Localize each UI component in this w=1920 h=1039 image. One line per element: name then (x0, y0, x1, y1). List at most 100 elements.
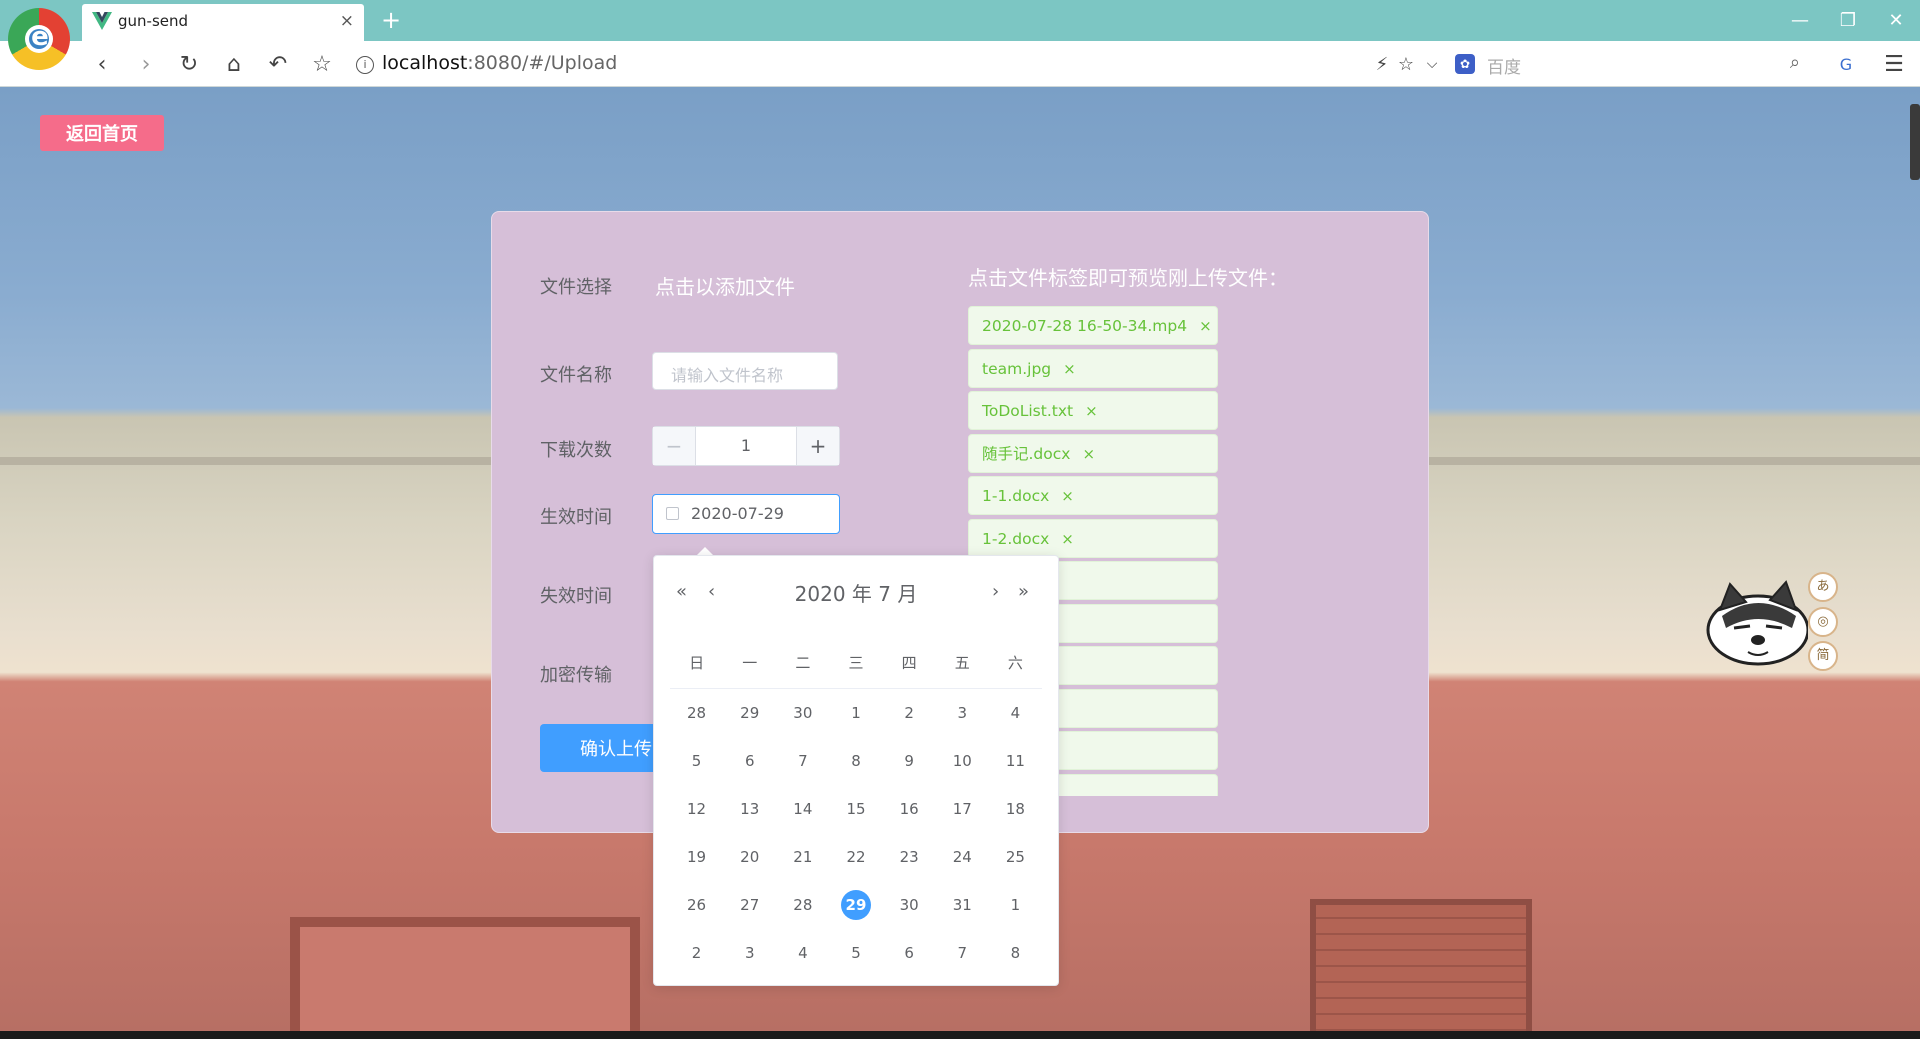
file-tag[interactable]: 1-1.docx × (968, 476, 1218, 515)
start-date-input[interactable]: 2020-07-29 (652, 494, 840, 534)
background-bricks (1310, 899, 1532, 1031)
calendar-day[interactable]: 28 (776, 896, 829, 914)
download-count-value[interactable]: 1 (695, 436, 797, 455)
new-tab-icon[interactable]: + (381, 6, 401, 34)
calendar-day[interactable]: 16 (883, 800, 936, 818)
calendar-day[interactable]: 21 (776, 848, 829, 866)
browser-tab[interactable]: gun-send × (82, 4, 364, 41)
calendar-day[interactable]: 23 (883, 848, 936, 866)
calendar-day[interactable]: 28 (670, 704, 723, 722)
add-file-link[interactable]: 点击以添加文件 (655, 271, 795, 300)
reload-icon[interactable]: ↻ (175, 50, 203, 78)
simplified-bubble-icon[interactable]: 简 (1808, 641, 1838, 671)
calendar-day[interactable]: 2 (883, 704, 936, 722)
hiragana-bubble-icon[interactable]: あ (1808, 572, 1838, 602)
search-icon[interactable]: ⌕ (1790, 52, 1800, 73)
close-icon[interactable]: × (1061, 487, 1074, 505)
file-name-input[interactable]: 请输入文件名称 (652, 352, 838, 390)
calendar-day[interactable]: 12 (670, 800, 723, 818)
calendar-day[interactable]: 31 (936, 896, 989, 914)
calendar-day[interactable]: 13 (723, 800, 776, 818)
calendar-day[interactable]: 18 (989, 800, 1042, 818)
close-icon[interactable]: × (1061, 530, 1074, 548)
file-tag[interactable]: 1-2.docx × (968, 518, 1218, 558)
settings-bubble-icon[interactable]: ◎ (1808, 607, 1838, 637)
confirm-upload-button[interactable]: 确认上传 (540, 724, 660, 772)
calendar-day[interactable]: 17 (936, 800, 989, 818)
calendar-day[interactable]: 1 (829, 704, 882, 722)
calendar-day[interactable]: 2 (670, 944, 723, 962)
start-time-label: 生效时间 (540, 507, 612, 528)
calendar-day[interactable]: 3 (723, 944, 776, 962)
calendar-day[interactable]: 7 (776, 752, 829, 770)
browser-logo[interactable]: e (8, 8, 70, 70)
calendar-day[interactable]: 6 (883, 944, 936, 962)
close-window-icon[interactable]: ✕ (1872, 0, 1920, 41)
calendar-day[interactable]: 26 (670, 896, 723, 914)
calendar-day[interactable]: 5 (670, 752, 723, 770)
calendar-day[interactable]: 4 (776, 944, 829, 962)
close-icon[interactable]: × (1199, 317, 1212, 335)
favorite-star-icon[interactable]: ☆ (1392, 50, 1420, 78)
close-icon[interactable]: × (1063, 360, 1076, 378)
tab-close-icon[interactable]: × (340, 11, 354, 31)
calendar-day[interactable]: 14 (776, 800, 829, 818)
husky-mascot-icon[interactable] (1700, 580, 1808, 668)
week-row: 12 13 14 15 16 17 18 (670, 785, 1042, 833)
translate-icon[interactable]: G (1832, 50, 1860, 78)
calendar-day[interactable]: 9 (883, 752, 936, 770)
calendar-day[interactable]: 29 (723, 704, 776, 722)
calendar-grid: 日 一 二 三 四 五 六 28 29 30 1 2 3 4 5 6 7 8 9… (670, 638, 1042, 977)
increment-button[interactable]: + (796, 427, 839, 465)
calendar-day[interactable]: 27 (723, 896, 776, 914)
next-year-button[interactable]: » (1018, 581, 1029, 602)
file-tag[interactable]: ToDoList.txt × (968, 391, 1218, 430)
scrollbar-handle[interactable] (1910, 104, 1920, 180)
undo-icon[interactable]: ↶ (264, 50, 292, 78)
restore-icon[interactable]: ❐ (1824, 0, 1872, 41)
calendar-day[interactable]: 5 (829, 944, 882, 962)
back-icon[interactable]: ‹ (88, 50, 116, 78)
calendar-day[interactable]: 4 (989, 704, 1042, 722)
close-icon[interactable]: × (1085, 402, 1098, 420)
calendar-day[interactable]: 30 (883, 896, 936, 914)
file-tag[interactable]: 随手记.docx × (968, 433, 1218, 473)
search-box[interactable]: ✿ 百度 ⌕ (1455, 50, 1800, 78)
calendar-day[interactable]: 8 (829, 752, 882, 770)
tab-title: gun-send (118, 12, 189, 30)
decrement-button[interactable]: − (653, 427, 696, 465)
menu-icon[interactable]: ☰ (1880, 50, 1908, 78)
calendar-day[interactable]: 22 (829, 848, 882, 866)
calendar-day[interactable]: 15 (829, 800, 882, 818)
file-tag[interactable]: 2020-07-28 16-50-34.mp4 × (968, 306, 1218, 345)
calendar-day[interactable]: 30 (776, 704, 829, 722)
url-field[interactable]: localhost:8080/#/Upload (382, 52, 617, 74)
calendar-day[interactable]: 8 (989, 944, 1042, 962)
download-count-stepper: − 1 + (652, 426, 840, 466)
forward-icon[interactable]: › (132, 50, 160, 78)
minimize-icon[interactable]: — (1776, 0, 1824, 41)
calendar-day[interactable]: 10 (936, 752, 989, 770)
calendar-day[interactable]: 11 (989, 752, 1042, 770)
home-icon[interactable]: ⌂ (220, 50, 248, 78)
weekday-label: 六 (1007, 653, 1023, 672)
close-icon[interactable]: × (1082, 445, 1095, 463)
calendar-day[interactable]: 19 (670, 848, 723, 866)
calendar-day[interactable]: 7 (936, 944, 989, 962)
background-door (290, 917, 640, 1031)
calendar-day-selected[interactable]: 29 (829, 890, 882, 920)
week-row: 28 29 30 1 2 3 4 (670, 689, 1042, 737)
calendar-day[interactable]: 25 (989, 848, 1042, 866)
calendar-day[interactable]: 1 (989, 896, 1042, 914)
bookmark-star-icon[interactable]: ☆ (308, 50, 336, 78)
dropdown-chevron-icon[interactable]: ⌵ (1418, 50, 1446, 78)
back-home-button[interactable]: 返回首页 (40, 115, 164, 151)
file-tag[interactable]: team.jpg × (968, 348, 1218, 388)
calendar-day[interactable]: 20 (723, 848, 776, 866)
calendar-day[interactable]: 24 (936, 848, 989, 866)
calendar-day[interactable]: 6 (723, 752, 776, 770)
site-info-icon[interactable]: i (356, 56, 374, 74)
next-month-button[interactable]: › (992, 581, 999, 602)
search-input[interactable]: 百度 (1487, 53, 1521, 78)
calendar-day[interactable]: 3 (936, 704, 989, 722)
